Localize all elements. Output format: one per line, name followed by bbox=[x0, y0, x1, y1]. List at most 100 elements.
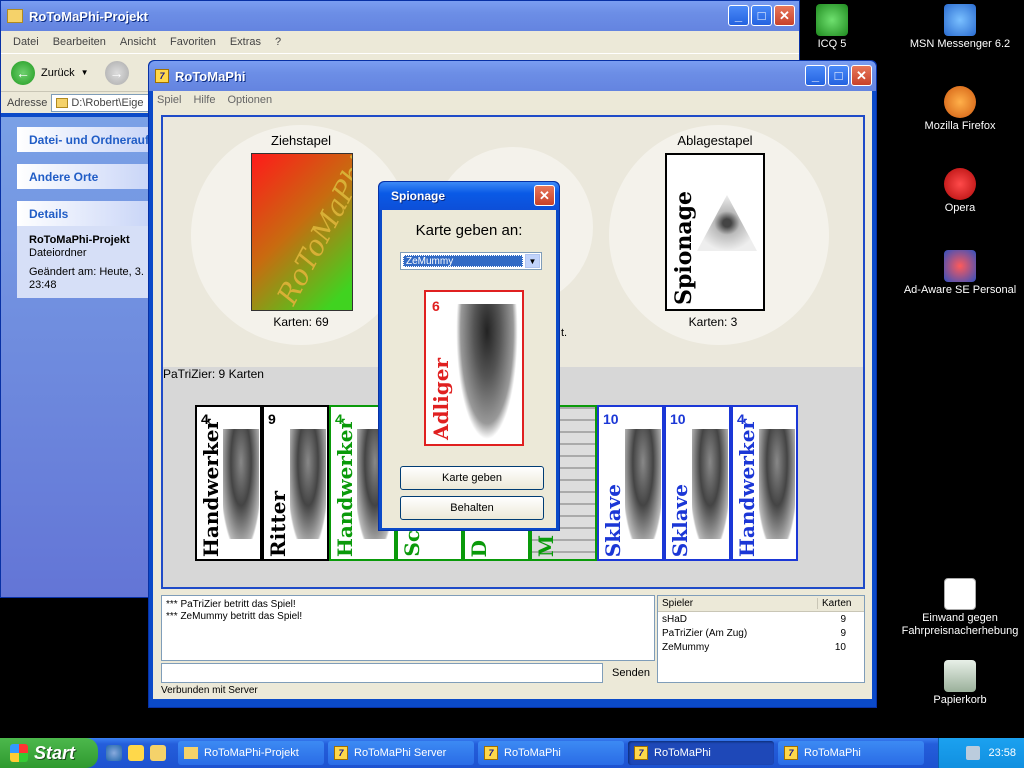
back-button-label[interactable]: Zurück bbox=[41, 67, 75, 79]
taskbar-button[interactable]: 7 RoToMaPhi Server bbox=[328, 741, 474, 765]
player-card-count: 9 bbox=[840, 613, 846, 625]
taskbar-button[interactable]: 7 RoToMaPhi bbox=[778, 741, 924, 765]
minimize-button[interactable]: _ bbox=[728, 5, 749, 26]
menu-favoriten[interactable]: Favoriten bbox=[170, 36, 216, 48]
address-label: Adresse bbox=[7, 96, 48, 109]
rotomaphi-app-icon[interactable] bbox=[128, 745, 144, 761]
menu-spiel[interactable]: Spiel bbox=[157, 94, 181, 106]
windows-logo-icon bbox=[10, 744, 28, 762]
forward-arrow-icon[interactable]: → bbox=[104, 60, 129, 85]
back-arrow-icon[interactable]: ← bbox=[11, 60, 35, 85]
menu-optionen[interactable]: Optionen bbox=[227, 94, 272, 106]
quick-launch bbox=[98, 745, 174, 761]
hand-card[interactable]: 10 Sklave bbox=[664, 405, 731, 561]
firefox-icon bbox=[944, 86, 976, 118]
send-button[interactable]: Senden bbox=[607, 663, 655, 683]
chat-log[interactable]: *** PaTriZier betritt das Spiel! *** ZeM… bbox=[161, 595, 655, 661]
draw-pile[interactable]: RoToMaPhi bbox=[251, 153, 353, 311]
network-icon[interactable] bbox=[966, 746, 981, 760]
close-button[interactable]: ✕ bbox=[534, 185, 555, 206]
menu-datei[interactable]: Datei bbox=[13, 36, 39, 48]
spionage-dialog: Spionage ✕ Karte geben an: ZeMummy ▼ 6 A… bbox=[378, 181, 560, 531]
desktop: ICQ 5 MSN Messenger 6.2 Mozilla Firefox … bbox=[0, 0, 1024, 738]
desktop-icon-word-doc[interactable]: Einwand gegen Fahrpreisnacherhebung bbox=[900, 578, 1020, 638]
task-group-other-places[interactable]: Andere Orte bbox=[17, 164, 157, 189]
folder-icon bbox=[184, 747, 198, 759]
card-figure bbox=[759, 429, 795, 539]
card-figure bbox=[290, 429, 326, 539]
player-name: sHaD bbox=[662, 613, 688, 625]
dialog-body: Karte geben an: ZeMummy ▼ 6 Adliger Kart… bbox=[382, 210, 556, 528]
task-group-details[interactable]: Details RoToMaPhi-Projekt Dateiordner Ge… bbox=[17, 201, 157, 298]
desktop-icon-recycle-bin[interactable]: Papierkorb bbox=[900, 660, 1020, 707]
chevron-down-icon[interactable]: ▼ bbox=[525, 254, 540, 268]
game-titlebar[interactable]: 7 RoToMaPhi _ □ ✕ bbox=[149, 61, 876, 91]
draw-pile-label: Ziehstapel bbox=[271, 133, 331, 148]
minimize-button[interactable]: _ bbox=[805, 65, 826, 86]
msn-messenger-icon bbox=[944, 4, 976, 36]
task-group-heading[interactable]: Details bbox=[17, 201, 157, 226]
folder-icon bbox=[7, 9, 23, 23]
taskbar-button[interactable]: RoToMaPhi-Projekt bbox=[178, 741, 324, 765]
internet-explorer-icon[interactable] bbox=[106, 745, 122, 761]
card-figure bbox=[223, 429, 259, 539]
taskbar-button-active[interactable]: 7 RoToMaPhi bbox=[628, 741, 774, 765]
word-document-icon bbox=[944, 578, 976, 610]
folder-icon[interactable] bbox=[150, 745, 166, 761]
taskbar-button[interactable]: 7 RoToMaPhi bbox=[478, 741, 624, 765]
address-value: D:\Robert\Eige bbox=[71, 96, 144, 109]
discard-pile[interactable]: Spionage bbox=[665, 153, 765, 311]
card-name: Handwerker bbox=[333, 419, 357, 557]
ad-aware-icon bbox=[944, 250, 976, 282]
task-group-file-folder[interactable]: Datei- und Ordneraufg bbox=[17, 127, 157, 152]
hand-card[interactable]: 10 Sklave bbox=[597, 405, 664, 561]
game-title: RoToMaPhi bbox=[175, 68, 246, 84]
icq-icon bbox=[816, 4, 848, 36]
card-figure bbox=[692, 429, 728, 539]
opera-icon bbox=[944, 168, 976, 200]
obscured-text: t. bbox=[561, 327, 568, 339]
hand-card[interactable]: 4 Handwerker bbox=[731, 405, 798, 561]
chat-input[interactable] bbox=[161, 663, 603, 683]
task-group-heading[interactable]: Andere Orte bbox=[17, 164, 157, 189]
explorer-title: RoToMaPhi-Projekt bbox=[29, 8, 148, 24]
hand-card[interactable]: 4 Handwerker bbox=[195, 405, 262, 561]
player-row[interactable]: ZeMummy 10 bbox=[658, 640, 864, 654]
card-name: D bbox=[467, 539, 491, 557]
close-button[interactable]: ✕ bbox=[851, 65, 872, 86]
status-bar: Verbunden mit Server bbox=[161, 685, 258, 696]
hand-card[interactable]: 9 Ritter bbox=[262, 405, 329, 561]
rotomaphi-app-icon: 7 bbox=[634, 746, 648, 760]
desktop-icon-msn[interactable]: MSN Messenger 6.2 bbox=[900, 4, 1020, 51]
maximize-button[interactable]: □ bbox=[828, 65, 849, 86]
dialog-titlebar[interactable]: Spionage ✕ bbox=[379, 182, 559, 210]
taskbar-button-label: RoToMaPhi bbox=[804, 747, 861, 759]
desktop-icon-opera[interactable]: Opera bbox=[900, 168, 1020, 215]
give-card-button[interactable]: Karte geben bbox=[400, 466, 544, 490]
player-select[interactable]: ZeMummy ▼ bbox=[400, 252, 542, 270]
menu-ansicht[interactable]: Ansicht bbox=[120, 36, 156, 48]
maximize-button[interactable]: □ bbox=[751, 5, 772, 26]
menu-hilfe[interactable]: Hilfe bbox=[193, 94, 215, 106]
task-group-heading[interactable]: Datei- und Ordneraufg bbox=[17, 127, 157, 152]
player-hand-label: PaTriZier: 9 Karten bbox=[163, 367, 264, 381]
selected-player: ZeMummy bbox=[403, 255, 523, 267]
menu-help[interactable]: ? bbox=[275, 36, 281, 48]
menu-bearbeiten[interactable]: Bearbeiten bbox=[53, 36, 106, 48]
close-button[interactable]: ✕ bbox=[774, 5, 795, 26]
start-button[interactable]: Start bbox=[0, 738, 98, 768]
column-header-cards[interactable]: Karten bbox=[818, 598, 851, 609]
column-header-player[interactable]: Spieler bbox=[658, 598, 818, 609]
desktop-icon-ad-aware[interactable]: Ad-Aware SE Personal bbox=[900, 250, 1020, 297]
details-name: RoToMaPhi-Projekt bbox=[29, 234, 130, 246]
card-figure bbox=[625, 429, 661, 539]
desktop-icon-firefox[interactable]: Mozilla Firefox bbox=[900, 86, 1020, 133]
clock[interactable]: 23:58 bbox=[988, 747, 1016, 759]
explorer-titlebar[interactable]: RoToMaPhi-Projekt _ □ ✕ bbox=[1, 1, 799, 31]
player-row[interactable]: PaTriZier (Am Zug) 9 bbox=[658, 626, 864, 640]
chevron-down-icon[interactable]: ▼ bbox=[81, 68, 89, 77]
menu-extras[interactable]: Extras bbox=[230, 36, 261, 48]
keep-card-button[interactable]: Behalten bbox=[400, 496, 544, 520]
player-row[interactable]: sHaD 9 bbox=[658, 612, 864, 626]
player-name: PaTriZier (Am Zug) bbox=[662, 627, 748, 639]
